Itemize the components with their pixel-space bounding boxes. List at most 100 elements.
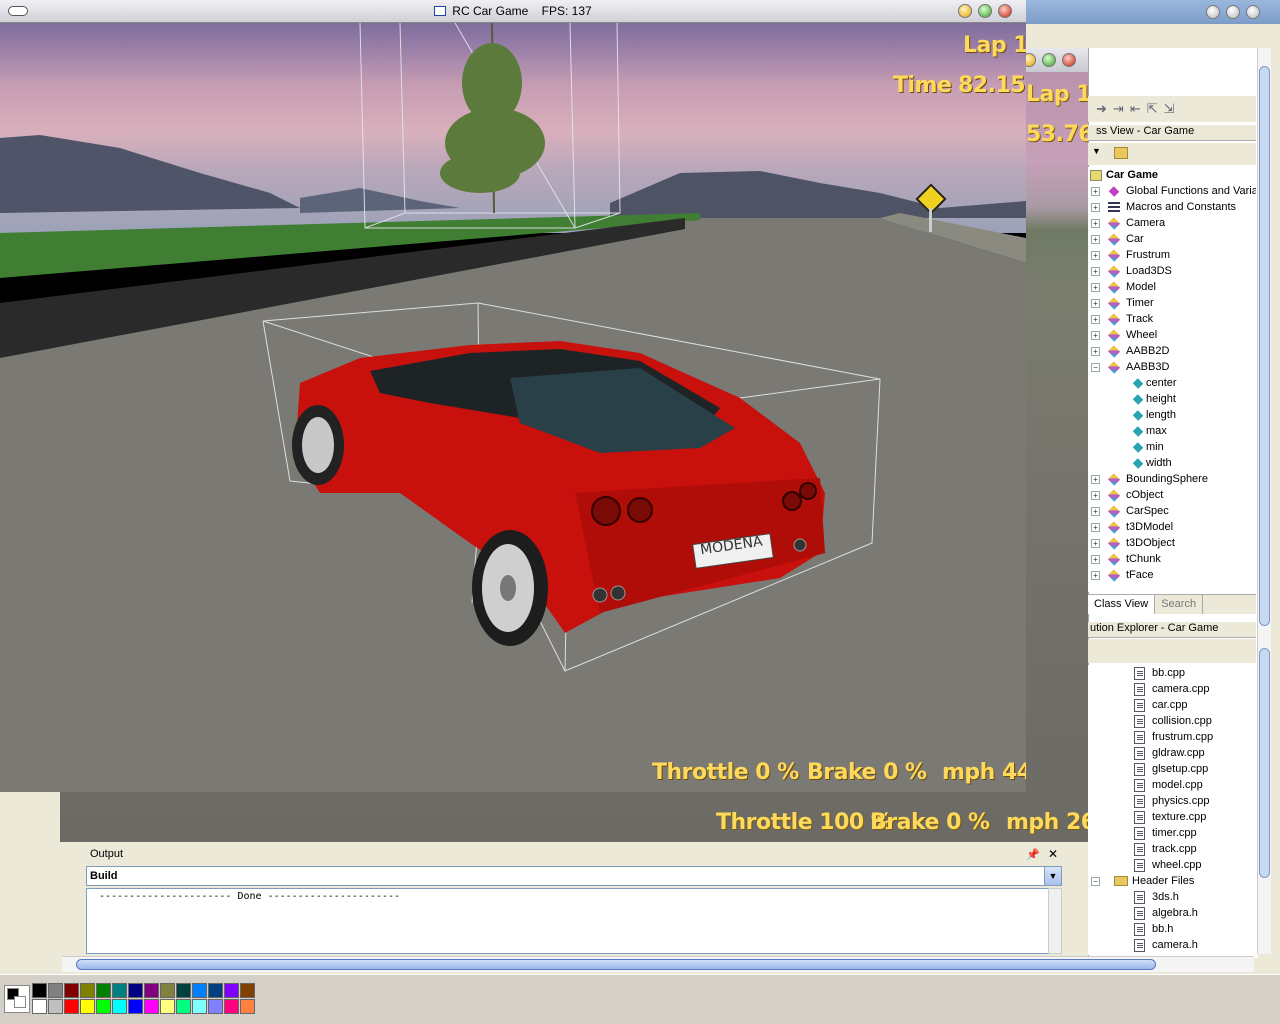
color-swatch[interactable] <box>224 983 239 998</box>
color-swatch[interactable] <box>160 999 175 1014</box>
class-tree-item[interactable]: + Wheel <box>1088 327 1256 343</box>
class-tree-item[interactable]: + t3DObject <box>1088 535 1256 551</box>
expand-icon[interactable]: + <box>1091 539 1100 548</box>
class-tree-item[interactable]: Car Game <box>1088 167 1256 183</box>
expand-icon[interactable]: + <box>1091 475 1100 484</box>
tab-class-view[interactable]: Class View <box>1088 595 1156 614</box>
color-swatch[interactable] <box>176 999 191 1014</box>
solution-file-item[interactable]: camera.cpp <box>1088 681 1256 697</box>
color-swatch[interactable] <box>96 983 111 998</box>
solution-file-item[interactable]: car.cpp <box>1088 697 1256 713</box>
dropdown-arrow-icon[interactable]: ▼ <box>1092 146 1101 156</box>
horizontal-scrollbar[interactable] <box>62 956 1254 972</box>
color-swatch[interactable] <box>224 999 239 1014</box>
solution-folder-item[interactable]: − Header Files <box>1088 873 1256 889</box>
color-swatch[interactable] <box>48 983 63 998</box>
expand-icon[interactable]: + <box>1091 219 1100 228</box>
class-tree-item[interactable]: + tFace <box>1088 567 1256 583</box>
class-tree-item[interactable]: − AABB3D <box>1088 359 1256 375</box>
class-tree-item[interactable]: + AABB2D <box>1088 343 1256 359</box>
solution-file-item[interactable]: texture.cpp <box>1088 809 1256 825</box>
class-tree-item[interactable]: + Car <box>1088 231 1256 247</box>
color-swatch[interactable] <box>32 983 47 998</box>
solution-explorer-tree[interactable]: bb.cpp camera.cpp car.cpp collision.cpp frus… <box>1088 665 1256 955</box>
color-swatch[interactable] <box>112 999 127 1014</box>
class-tree-item[interactable]: + Timer <box>1088 295 1256 311</box>
solution-file-item[interactable]: physics.cpp <box>1088 793 1256 809</box>
expand-icon[interactable]: + <box>1091 571 1100 580</box>
expand-icon[interactable]: + <box>1091 235 1100 244</box>
solution-file-item[interactable]: wheel.cpp <box>1088 857 1256 873</box>
color-swatch[interactable] <box>32 999 47 1014</box>
solution-file-item[interactable]: frustrum.cpp <box>1088 729 1256 745</box>
output-source-select[interactable]: Build ▼ <box>86 866 1062 886</box>
expand-icon[interactable]: + <box>1091 203 1100 212</box>
color-swatch[interactable] <box>144 999 159 1014</box>
forward-arrow-icon[interactable]: ➜ <box>1096 101 1107 117</box>
expand-icon[interactable]: + <box>1091 187 1100 196</box>
toolbar-icon[interactable]: ⇲ <box>1164 101 1175 117</box>
close-icon[interactable] <box>1246 5 1260 19</box>
color-swatch[interactable] <box>112 983 127 998</box>
solution-file-item[interactable]: model.cpp <box>1088 777 1256 793</box>
class-tree-item[interactable]: + Macros and Constants <box>1088 199 1256 215</box>
solution-file-item[interactable]: track.cpp <box>1088 841 1256 857</box>
solution-file-item[interactable]: timer.cpp <box>1088 825 1256 841</box>
class-tree-item[interactable]: + Load3DS <box>1088 263 1256 279</box>
class-tree-item[interactable]: height <box>1088 391 1256 407</box>
class-tree-item[interactable]: + Frustrum <box>1088 247 1256 263</box>
new-folder-icon[interactable] <box>1114 147 1128 159</box>
color-swatch[interactable] <box>80 999 95 1014</box>
solution-file-item[interactable]: 3ds.h <box>1088 889 1256 905</box>
expand-icon[interactable]: + <box>1091 315 1100 324</box>
solution-file-item[interactable]: camera.h <box>1088 937 1256 953</box>
close-icon[interactable] <box>998 4 1012 18</box>
solution-file-item[interactable]: glsetup.cpp <box>1088 761 1256 777</box>
solution-file-item[interactable]: bb.h <box>1088 921 1256 937</box>
class-tree-item[interactable]: center <box>1088 375 1256 391</box>
collapse-icon[interactable]: − <box>1091 877 1100 886</box>
minimize-icon[interactable] <box>1206 5 1220 19</box>
solution-file-item[interactable]: algebra.h <box>1088 905 1256 921</box>
class-tree-item[interactable]: + tChunk <box>1088 551 1256 567</box>
expand-icon[interactable]: + <box>1091 283 1100 292</box>
dropdown-arrow-icon[interactable]: ▼ <box>1044 867 1061 885</box>
expand-icon[interactable]: + <box>1091 523 1100 532</box>
color-swatch[interactable] <box>80 983 95 998</box>
color-swatch[interactable] <box>64 999 79 1014</box>
class-tree-item[interactable]: + Global Functions and Variables <box>1088 183 1256 199</box>
output-text-area[interactable]: ---------------------- Done ------------… <box>86 888 1050 954</box>
color-swatch[interactable] <box>96 999 111 1014</box>
toolbar-icon[interactable]: ⇤ <box>1130 101 1141 117</box>
class-view-tree[interactable]: Car Game+Global Functions and Variables+… <box>1088 167 1256 592</box>
class-tree-item[interactable]: + Camera <box>1088 215 1256 231</box>
minimize-icon[interactable] <box>958 4 972 18</box>
game-scene[interactable]: MODENA Lap 1 Time 82.15 Throttle 0 % Bra… <box>0 23 1026 792</box>
class-tree-item[interactable]: width <box>1088 455 1256 471</box>
expand-icon[interactable]: + <box>1091 491 1100 500</box>
class-tree-item[interactable]: + Model <box>1088 279 1256 295</box>
class-tree-item[interactable]: max <box>1088 423 1256 439</box>
solution-file-item[interactable]: gldraw.cpp <box>1088 745 1256 761</box>
class-tree-item[interactable]: + cObject <box>1088 487 1256 503</box>
expand-icon[interactable]: + <box>1091 555 1100 564</box>
class-tree-item[interactable]: + Track <box>1088 311 1256 327</box>
toolbar-icon[interactable]: ⇱ <box>1147 101 1158 117</box>
scrollbar-thumb[interactable] <box>76 959 1156 970</box>
color-swatch[interactable] <box>176 983 191 998</box>
close-icon[interactable]: ✕ <box>1048 846 1058 862</box>
class-tree-item[interactable]: min <box>1088 439 1256 455</box>
maximize-icon[interactable] <box>1226 5 1240 19</box>
expand-icon[interactable]: + <box>1091 507 1100 516</box>
solution-file-item[interactable]: collision.cpp <box>1088 713 1256 729</box>
output-vertical-scrollbar[interactable] <box>1048 888 1062 954</box>
class-tree-item[interactable]: + t3DModel <box>1088 519 1256 535</box>
tab-search[interactable]: Search <box>1155 595 1204 614</box>
solution-file-item[interactable]: bb.cpp <box>1088 665 1256 681</box>
close-icon[interactable] <box>1062 53 1076 67</box>
maximize-icon[interactable] <box>1042 53 1056 67</box>
right-vertical-scrollbar[interactable] <box>1257 48 1271 954</box>
class-tree-item[interactable]: length <box>1088 407 1256 423</box>
color-swatch[interactable] <box>160 983 175 998</box>
color-swatch[interactable] <box>208 983 223 998</box>
